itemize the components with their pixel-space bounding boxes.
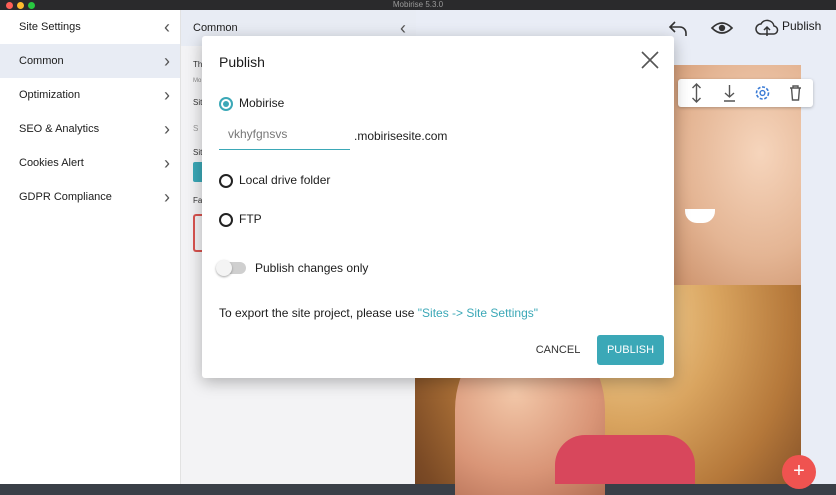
export-hint: To export the site project, please use "…	[219, 306, 538, 320]
site-settings-sidebar: Site Settings ‹ Common › Optimization › …	[0, 10, 181, 484]
cancel-button[interactable]: CANCEL	[528, 336, 588, 364]
close-icon[interactable]	[638, 48, 662, 72]
download-icon[interactable]	[713, 79, 746, 107]
publish-dialog: Publish Mobirise .mobirisesite.com Local…	[202, 36, 674, 378]
sidebar-item-optimization[interactable]: Optimization ›	[0, 78, 180, 112]
setting-label-fragment: Mo	[193, 78, 202, 84]
sidebar-item-label: Common	[19, 55, 64, 67]
sidebar-item-label: Site Settings	[19, 21, 81, 33]
domain-suffix: .mobirisesite.com	[354, 129, 448, 143]
chevron-right-icon: ›	[164, 119, 170, 139]
chevron-right-icon: ›	[164, 85, 170, 105]
photo-sweater	[555, 435, 695, 484]
window-title: Mobirise 5.3.0	[392, 0, 444, 9]
gear-icon[interactable]	[746, 79, 779, 107]
window-titlebar: Mobirise 5.3.0	[0, 0, 836, 10]
toggle-label: Publish changes only	[255, 261, 369, 275]
option-label: FTP	[239, 212, 262, 226]
option-label: Local drive folder	[239, 173, 331, 187]
subdomain-input[interactable]	[219, 121, 353, 147]
toggle-knob	[216, 260, 232, 276]
sidebar-item-gdpr-compliance[interactable]: GDPR Compliance ›	[0, 180, 180, 214]
dialog-title: Publish	[219, 54, 265, 70]
sidebar-item-site-settings[interactable]: Site Settings ‹	[0, 10, 180, 44]
radio-checked[interactable]	[219, 97, 233, 111]
export-hint-text: To export the site project, please use	[219, 306, 418, 320]
sidebar-item-common[interactable]: Common ›	[0, 44, 180, 78]
site-settings-link[interactable]: "Sites -> Site Settings"	[418, 306, 538, 320]
chevron-right-icon: ›	[164, 153, 170, 173]
sidebar-item-label: GDPR Compliance	[19, 191, 112, 203]
sidebar-item-label: Cookies Alert	[19, 157, 84, 169]
sidebar-item-cookies-alert[interactable]: Cookies Alert ›	[0, 146, 180, 180]
sidebar-item-label: SEO & Analytics	[19, 123, 100, 135]
publish-button[interactable]: PUBLISH	[597, 335, 664, 365]
chevron-right-icon: ›	[164, 187, 170, 207]
preview-eye-icon[interactable]	[710, 14, 734, 42]
cloud-upload-icon[interactable]	[755, 14, 779, 42]
setting-input-fragment[interactable]: S	[193, 124, 198, 133]
trash-icon[interactable]	[779, 79, 812, 107]
radio-unchecked[interactable]	[219, 174, 233, 188]
sidebar-item-seo-analytics[interactable]: SEO & Analytics ›	[0, 112, 180, 146]
sidebar-item-label: Optimization	[19, 89, 81, 101]
chevron-left-icon[interactable]: ‹	[164, 10, 170, 44]
subdomain-input-wrap	[219, 121, 353, 150]
setting-label-fragment: Sit	[193, 98, 203, 107]
option-label: Mobirise	[239, 96, 285, 110]
radio-unchecked[interactable]	[219, 213, 233, 227]
setting-label-fragment: Fa	[193, 196, 203, 205]
setting-label-fragment: Sit	[193, 148, 203, 157]
publish-top-button[interactable]: Publish	[782, 19, 821, 33]
chevron-right-icon: ›	[164, 51, 170, 71]
publish-changes-toggle[interactable]	[216, 260, 246, 276]
setting-label-fragment: Th	[193, 60, 203, 69]
move-arrows-icon[interactable]	[680, 79, 713, 107]
block-toolbar	[678, 79, 813, 107]
